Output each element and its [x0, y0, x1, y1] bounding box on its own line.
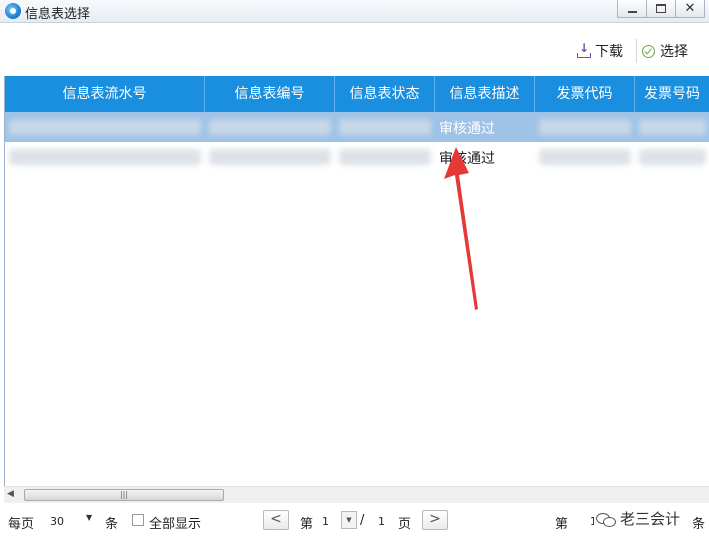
toolbar-divider — [636, 39, 637, 63]
prev-page-button[interactable]: < — [263, 510, 289, 530]
table-header: 信息表流水号 信息表编号 信息表状态 信息表描述 发票代码 发票号码 — [5, 76, 709, 112]
download-label: 下载 — [595, 44, 623, 60]
page-separator: / — [360, 513, 365, 528]
watermark-text: 老三会计 — [620, 510, 681, 528]
toolbar: 下载 选择 — [0, 23, 709, 75]
download-button[interactable]: 下载 — [576, 41, 623, 61]
description-text: 审核通过 — [439, 121, 495, 137]
select-label: 选择 — [660, 44, 688, 60]
redacted-value — [639, 149, 706, 165]
horizontal-scrollbar[interactable]: ◀ ||| — [4, 486, 709, 503]
redacted-value — [339, 119, 431, 135]
redacted-value — [9, 119, 201, 135]
next-page-button[interactable]: > — [422, 510, 448, 530]
check-circle-icon — [642, 44, 655, 58]
cell-description: 审核通过 — [435, 112, 535, 142]
redacted-value — [9, 149, 201, 165]
total-pages: 1 — [378, 515, 385, 528]
close-icon: ✕ — [684, 1, 696, 16]
column-header-invoice-code[interactable]: 发票代码 — [535, 76, 635, 112]
pagination-bar: 每页 30 ▼ 条 全部显示 < 第 1 ▼ / 1 页 > 第 1 / 2 条… — [0, 503, 709, 537]
cell-invoice-code — [535, 112, 635, 142]
minimize-icon — [627, 10, 637, 13]
cell-serial — [5, 142, 205, 172]
cell-status — [335, 142, 435, 172]
cell-status — [335, 112, 435, 142]
page-suffix: 页 — [398, 517, 412, 532]
window-title: 信息表选择 — [25, 7, 91, 22]
show-all-label: 全部显示 — [149, 517, 202, 532]
table-row[interactable]: 审核通过 — [5, 142, 709, 172]
column-header-serial[interactable]: 信息表流水号 — [5, 76, 205, 112]
annotation-arrow — [444, 147, 478, 310]
scrollbar-thumb[interactable]: ||| — [24, 489, 224, 501]
app-icon — [5, 3, 21, 19]
per-page-label: 每页 — [8, 517, 35, 532]
per-page-value[interactable]: 30 — [50, 515, 64, 528]
per-page-unit: 条 — [105, 517, 119, 532]
column-header-status[interactable]: 信息表状态 — [335, 76, 435, 112]
watermark: 老三会计 — [594, 508, 683, 529]
column-header-number[interactable]: 信息表编号 — [205, 76, 335, 112]
download-icon — [576, 41, 591, 58]
close-button[interactable]: ✕ — [675, 0, 705, 18]
cell-invoice-number — [635, 142, 709, 172]
redacted-value — [539, 119, 631, 135]
window-controls: ✕ — [617, 0, 705, 18]
cell-serial — [5, 112, 205, 142]
redacted-value — [339, 149, 431, 165]
minimize-button[interactable] — [617, 0, 647, 18]
cell-invoice-code — [535, 142, 635, 172]
page-prefix: 第 — [300, 517, 314, 532]
cell-number — [205, 112, 335, 142]
title-bar: 信息表选择 ✕ — [0, 0, 709, 23]
info-table-grid: 信息表流水号 信息表编号 信息表状态 信息表描述 发票代码 发票号码 审核通过 … — [4, 76, 709, 486]
table-row-selected[interactable]: 审核通过 — [5, 112, 709, 142]
select-button[interactable]: 选择 — [642, 41, 688, 61]
scroll-left-icon[interactable]: ◀ — [7, 489, 17, 501]
column-header-description[interactable]: 信息表描述 — [435, 76, 535, 112]
maximize-button[interactable] — [646, 0, 676, 18]
show-all-checkbox[interactable] — [132, 514, 144, 526]
cell-invoice-number — [635, 112, 709, 142]
redacted-value — [639, 119, 706, 135]
current-page-input[interactable]: 1 — [322, 515, 329, 528]
maximize-icon — [656, 4, 666, 13]
page-dropdown-icon[interactable]: ▼ — [341, 511, 357, 529]
wechat-icon — [596, 511, 616, 527]
redacted-value — [539, 149, 631, 165]
redacted-value — [209, 149, 331, 165]
redacted-value — [209, 119, 331, 135]
range-prefix: 第 — [555, 517, 569, 532]
range-suffix: 条 — [692, 517, 706, 532]
column-header-invoice-number[interactable]: 发票号码 — [635, 76, 709, 112]
per-page-dropdown-icon[interactable]: ▼ — [86, 513, 98, 527]
cell-number — [205, 142, 335, 172]
arrow-shape — [444, 147, 478, 310]
